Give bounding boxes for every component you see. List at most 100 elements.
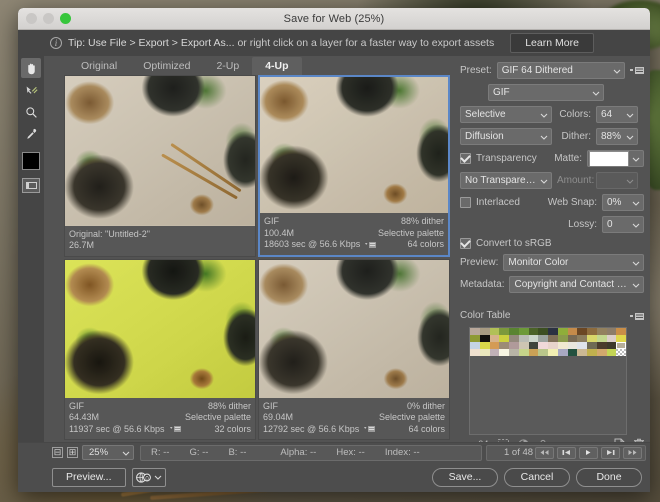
color-swatch[interactable]	[548, 342, 558, 349]
zoom-in-icon[interactable]: ⊞	[67, 447, 78, 458]
color-swatch[interactable]	[538, 349, 548, 356]
interlaced-checkbox[interactable]	[460, 197, 471, 208]
zoom-tool[interactable]	[21, 102, 41, 122]
learn-more-button[interactable]: Learn More	[510, 33, 594, 53]
color-swatch[interactable]	[548, 335, 558, 342]
tab-original[interactable]: Original	[68, 57, 130, 75]
color-swatch[interactable]	[518, 342, 529, 349]
preset-panel-menu-icon[interactable]	[630, 65, 644, 76]
color-swatch[interactable]	[596, 328, 607, 335]
color-swatch[interactable]	[587, 349, 597, 356]
color-swatch[interactable]	[548, 328, 558, 335]
color-table-grid[interactable]	[469, 327, 627, 435]
color-swatch[interactable]	[509, 349, 519, 356]
color-swatch[interactable]	[577, 328, 587, 335]
preview-image-original[interactable]	[65, 76, 255, 226]
color-reduction-select[interactable]: Selective	[460, 106, 552, 123]
color-swatch[interactable]	[587, 335, 597, 342]
color-swatch[interactable]	[577, 342, 587, 349]
save-button[interactable]: Save...	[432, 467, 498, 487]
color-swatch[interactable]	[489, 342, 500, 349]
color-swatch[interactable]	[596, 342, 607, 349]
preview-image-gif-64-dithered[interactable]	[260, 77, 448, 213]
color-swatch[interactable]	[548, 349, 558, 356]
color-swatch[interactable]	[470, 328, 480, 335]
color-swatch[interactable]	[509, 335, 519, 342]
lossy-select[interactable]: 0	[602, 216, 644, 233]
download-rate-popup-icon[interactable]	[365, 241, 377, 249]
matte-select[interactable]	[587, 150, 644, 167]
color-swatch[interactable]	[509, 342, 519, 349]
tab-2-up[interactable]: 2-Up	[203, 57, 252, 75]
preview-pane-gif-64-nodither[interactable]: GIF 69.04M 12792 sec @ 56.6 Kbps 0% dith…	[258, 258, 450, 440]
color-swatch[interactable]	[567, 349, 578, 356]
color-swatch[interactable]	[489, 328, 500, 335]
eyedropper-tool[interactable]	[21, 124, 41, 144]
file-format-select[interactable]: GIF	[488, 84, 604, 101]
color-table-panel-menu-icon[interactable]	[630, 311, 644, 322]
color-swatch[interactable]	[538, 342, 548, 349]
color-swatch[interactable]	[479, 342, 490, 349]
web-snap-select[interactable]: 0%	[602, 194, 644, 211]
done-button[interactable]: Done	[576, 467, 642, 487]
color-swatch[interactable]	[596, 335, 607, 342]
preview-pane-gif-64-dithered[interactable]: GIF 100.4M 18603 sec @ 56.6 Kbps 88% dit…	[258, 75, 450, 257]
color-swatch[interactable]	[587, 328, 597, 335]
color-swatch[interactable]	[538, 328, 548, 335]
download-rate-popup-icon[interactable]	[364, 425, 376, 433]
color-swatch[interactable]	[616, 335, 626, 342]
metadata-select[interactable]: Copyright and Contact Info	[509, 276, 644, 293]
preview-button[interactable]: Preview...	[52, 467, 126, 487]
color-swatch[interactable]	[509, 328, 519, 335]
color-swatch[interactable]	[596, 349, 607, 356]
zoom-out-icon[interactable]: ⊟	[52, 447, 63, 458]
color-swatch[interactable]	[470, 342, 480, 349]
color-swatch[interactable]	[489, 349, 500, 356]
next-frame-icon[interactable]	[601, 446, 620, 459]
color-swatch[interactable]	[587, 342, 597, 349]
previous-frame-icon[interactable]	[557, 446, 576, 459]
color-swatch[interactable]	[479, 335, 490, 342]
color-swatch[interactable]	[616, 342, 626, 349]
tab-optimized[interactable]: Optimized	[130, 57, 203, 75]
last-frame-icon[interactable]	[623, 446, 642, 459]
color-swatch[interactable]	[470, 335, 480, 342]
color-swatch[interactable]	[606, 349, 617, 356]
color-swatch[interactable]	[528, 335, 539, 342]
toggle-slices-visibility[interactable]	[22, 178, 40, 193]
color-swatch[interactable]	[499, 342, 509, 349]
tab-4-up[interactable]: 4-Up	[252, 57, 302, 75]
matte-color-swatch[interactable]	[589, 151, 629, 166]
color-swatch[interactable]	[499, 349, 509, 356]
color-swatch[interactable]	[557, 349, 568, 356]
color-swatch[interactable]	[557, 328, 568, 335]
color-swatch[interactable]	[528, 328, 539, 335]
color-swatch[interactable]	[557, 342, 568, 349]
preset-select[interactable]: GIF 64 Dithered	[496, 62, 625, 79]
preview-image-gif-64-nodither[interactable]	[259, 259, 449, 398]
foreground-color-swatch[interactable]	[22, 152, 40, 170]
color-swatch[interactable]	[606, 328, 617, 335]
transparency-checkbox[interactable]	[460, 153, 471, 164]
slice-select-tool[interactable]	[21, 80, 41, 100]
color-swatch[interactable]	[518, 349, 529, 356]
convert-srgb-checkbox[interactable]	[460, 238, 471, 249]
color-swatch[interactable]	[479, 349, 490, 356]
color-swatch[interactable]	[538, 335, 548, 342]
color-swatch[interactable]	[616, 349, 626, 356]
color-swatch[interactable]	[577, 349, 587, 356]
dither-amount-select[interactable]: 88%	[596, 128, 638, 145]
zoom-level-select[interactable]: 25%	[82, 445, 134, 460]
color-swatch[interactable]	[518, 328, 529, 335]
dither-algorithm-select[interactable]: Diffusion	[460, 128, 552, 145]
color-swatch[interactable]	[567, 335, 578, 342]
preview-color-select[interactable]: Monitor Color	[503, 254, 644, 271]
color-swatch[interactable]	[557, 335, 568, 342]
play-icon[interactable]	[579, 446, 598, 459]
color-swatch[interactable]	[606, 335, 617, 342]
color-swatch[interactable]	[470, 349, 480, 356]
hand-tool[interactable]	[21, 58, 41, 78]
colors-select[interactable]: 64	[596, 106, 638, 123]
color-swatch[interactable]	[489, 335, 500, 342]
color-swatch[interactable]	[518, 335, 529, 342]
